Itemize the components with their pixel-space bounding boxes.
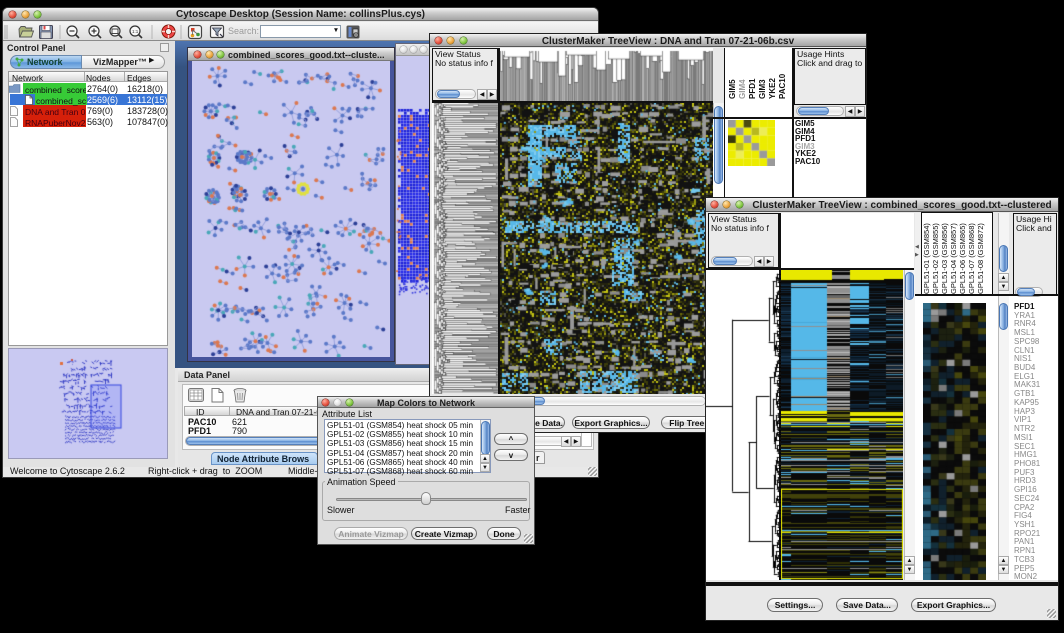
- svg-text:1:1: 1:1: [132, 29, 139, 34]
